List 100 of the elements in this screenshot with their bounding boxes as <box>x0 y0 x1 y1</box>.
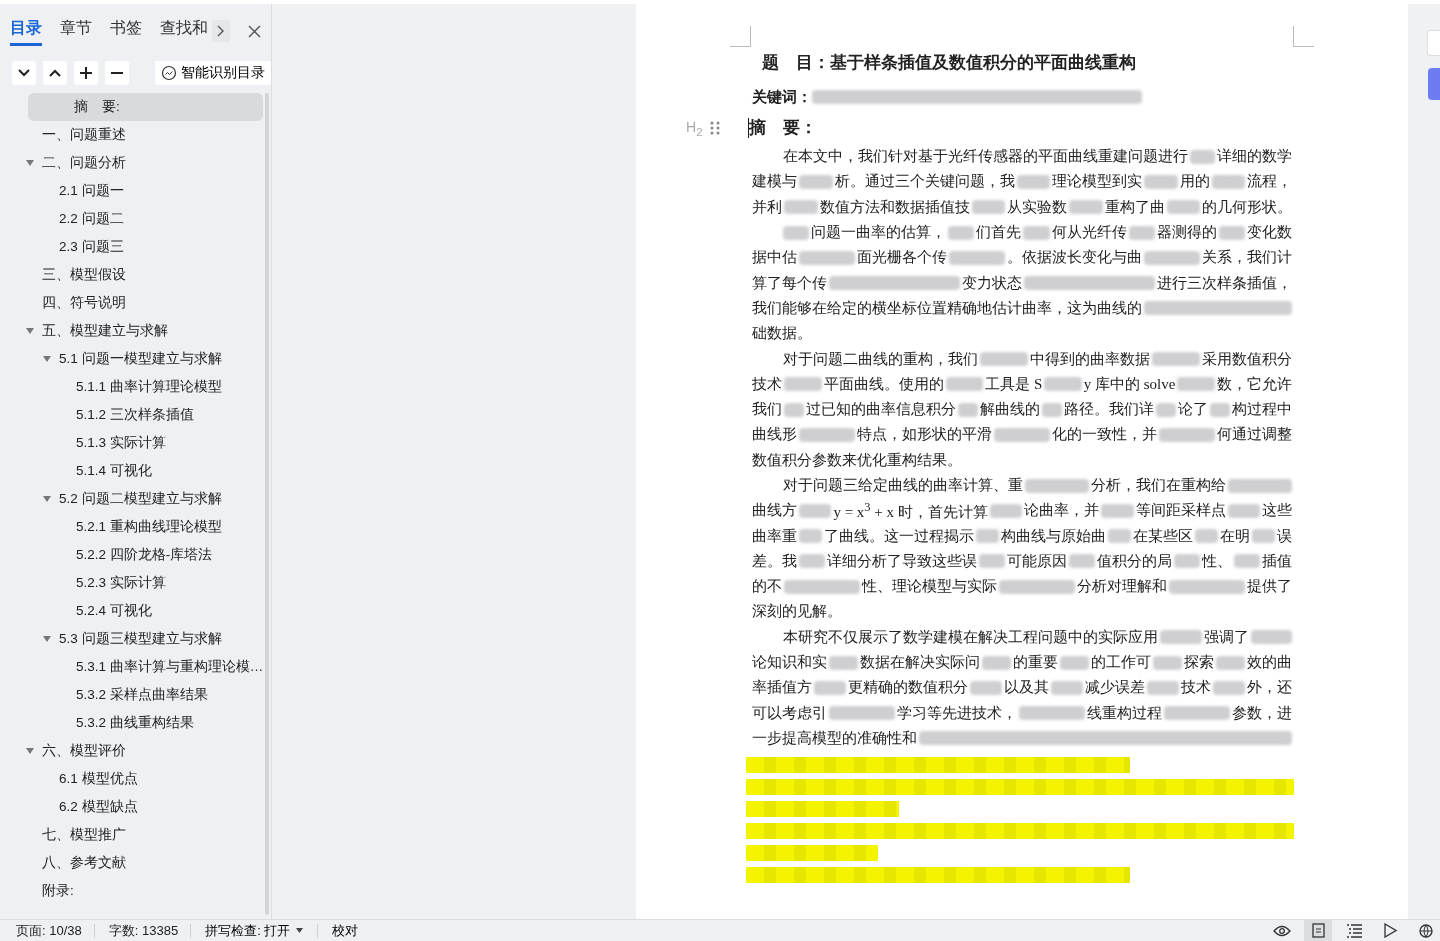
proofread-button[interactable]: 校对 <box>332 921 373 940</box>
body-text: 用的 <box>1179 172 1210 192</box>
collapse-up-button[interactable] <box>43 61 67 85</box>
toc-item[interactable]: 一、问题重述 <box>0 121 264 149</box>
toc-item[interactable]: 6.2 模型缺点 <box>0 793 264 821</box>
page-icon[interactable] <box>1304 919 1332 941</box>
blurred-text <box>1060 655 1089 670</box>
blurred-text <box>982 655 1011 670</box>
toc-item[interactable]: 5.1 问题一模型建立与求解 <box>0 345 264 373</box>
body-text: 对于问题二曲线的重构，我们 <box>783 349 978 369</box>
toc-item[interactable]: 5.2.3 实际计算 <box>0 569 264 597</box>
section-heading: 摘 要： <box>749 117 817 139</box>
blurred-text <box>1044 377 1082 392</box>
panel-tab[interactable]: 查找和 <box>160 16 208 46</box>
blurred-text <box>799 427 855 442</box>
toc-item[interactable]: 三、模型假设 <box>0 261 264 289</box>
body-text: 特点，如形状的平滑 <box>857 425 992 445</box>
body-text: 率插值方 <box>752 678 812 698</box>
blurred-text <box>1152 352 1200 366</box>
body-text: 详细的数学 <box>1217 147 1292 167</box>
caret-icon[interactable] <box>43 635 51 643</box>
body-text: 数据在解决实际问 <box>860 653 980 673</box>
drag-handle-icon[interactable] <box>710 121 720 135</box>
toc-item[interactable]: 5.3.1 曲率计算与重构理论模… <box>0 653 264 681</box>
toc-item[interactable]: 2.2 问题二 <box>0 205 264 233</box>
blurred-text <box>1166 200 1200 215</box>
toc-item[interactable]: 5.1.4 可视化 <box>0 457 264 485</box>
blurred-text <box>1252 529 1275 544</box>
toc-item[interactable]: 6.1 模型优点 <box>0 765 264 793</box>
document-title: 题 目：基于样条插值及数值积分的平面曲线重构 <box>761 52 1137 74</box>
blurred-text <box>1190 149 1215 164</box>
body-text: 工具是 S <box>985 374 1043 394</box>
body-text: 提供了 <box>1247 577 1292 597</box>
body-text: 的不 <box>752 577 782 597</box>
blurred-text <box>1019 706 1085 721</box>
body-text: 以及其 <box>1004 678 1049 698</box>
body-text: 性、 <box>1202 551 1232 571</box>
body-text: 理论模型到实 <box>1052 172 1142 192</box>
word-count[interactable]: 字数: 13385 <box>108 921 191 940</box>
body-text: 技术 <box>1181 678 1211 698</box>
body-text: 减少误差 <box>1085 678 1145 698</box>
blurred-text <box>1211 174 1245 189</box>
toc-item[interactable]: 摘 要: <box>28 93 264 121</box>
toc-item[interactable]: 2.3 问题三 <box>0 233 264 261</box>
body-text: 更精确的数值积分 <box>848 678 968 698</box>
keywords-label: 关键词： <box>752 87 812 107</box>
toc-item[interactable]: 5.1.2 三次样条插值 <box>0 401 264 429</box>
body-text: 参数，进 <box>1232 703 1292 723</box>
body-text: 了曲线。这一过程揭示 <box>824 526 974 546</box>
remove-button[interactable] <box>105 61 129 85</box>
toc-item[interactable]: 四、符号说明 <box>0 289 264 317</box>
collapse-down-button[interactable] <box>12 61 36 85</box>
blurred-text <box>1228 478 1292 493</box>
toc-item[interactable]: 八、参考文献 <box>0 849 264 877</box>
blurred-text <box>814 680 846 695</box>
blurred-text <box>970 680 1002 695</box>
toc-item[interactable]: 5.1.3 实际计算 <box>0 429 264 457</box>
caret-icon[interactable] <box>26 747 34 755</box>
body-text: 数值积分参数来优化重构结果。 <box>752 450 962 470</box>
toc-item[interactable]: 5.2.1 重构曲线理论模型 <box>0 513 264 541</box>
toc-item[interactable]: 附录: <box>0 877 264 905</box>
panel-tab[interactable]: 书签 <box>110 16 142 46</box>
body-text: 可以考虑引 <box>752 703 827 723</box>
body-text: 外，还 <box>1247 678 1292 698</box>
toc-item[interactable]: 5.3.2 采样点曲率结果 <box>0 681 264 709</box>
close-icon[interactable] <box>248 24 261 38</box>
blurred-text <box>1159 427 1215 442</box>
add-button[interactable] <box>74 61 98 85</box>
toc-item[interactable]: 五、模型建立与求解 <box>0 317 264 345</box>
caret-icon[interactable] <box>43 495 51 503</box>
toc-item[interactable]: 七、模型推广 <box>0 821 264 849</box>
toc-item[interactable]: 2.1 问题一 <box>0 177 264 205</box>
body-text: 曲线形 <box>752 425 797 445</box>
toc-item[interactable]: 二、问题分析 <box>0 149 264 177</box>
blurred-text <box>784 200 818 215</box>
body-text: 的工作可 <box>1091 653 1151 673</box>
toc-item[interactable]: 六、模型评价 <box>0 737 264 765</box>
smart-toc-button[interactable]: 智能识别目录 <box>155 61 271 85</box>
body-text: 何通过调整 <box>1217 425 1292 445</box>
toc-item[interactable]: 5.2 问题二模型建立与求解 <box>0 485 264 513</box>
panel-tab[interactable]: 目录 <box>10 16 42 46</box>
plus-icon <box>80 67 92 79</box>
spell-check-dropdown[interactable]: 拼写检查: 打开 <box>205 921 318 940</box>
page-count: 页面: 10/38 <box>16 921 83 940</box>
toc-item[interactable]: 5.1.1 曲率计算理论模型 <box>0 373 264 401</box>
body-text: 变力状态 <box>962 273 1022 293</box>
toc-item[interactable]: 5.3.2 曲线重构结果 <box>0 709 264 737</box>
panel-tab[interactable]: 章节 <box>60 16 92 46</box>
caret-icon[interactable] <box>26 327 34 335</box>
more-tabs-button[interactable] <box>212 20 230 42</box>
body-text: 学习等先进技术， <box>897 703 1017 723</box>
caret-icon[interactable] <box>26 159 34 167</box>
body-text: 技术 <box>752 374 782 394</box>
toc-item[interactable]: 5.2.2 四阶龙格-库塔法 <box>0 541 264 569</box>
toc-item[interactable]: 5.2.4 可视化 <box>0 597 264 625</box>
body-text: 变化数 <box>1247 223 1292 243</box>
caret-icon[interactable] <box>43 355 51 363</box>
toc-item[interactable]: 5.3 问题三模型建立与求解 <box>0 625 264 653</box>
blurred-text <box>979 554 1005 569</box>
body-text: 采用数值积分 <box>1202 349 1292 369</box>
